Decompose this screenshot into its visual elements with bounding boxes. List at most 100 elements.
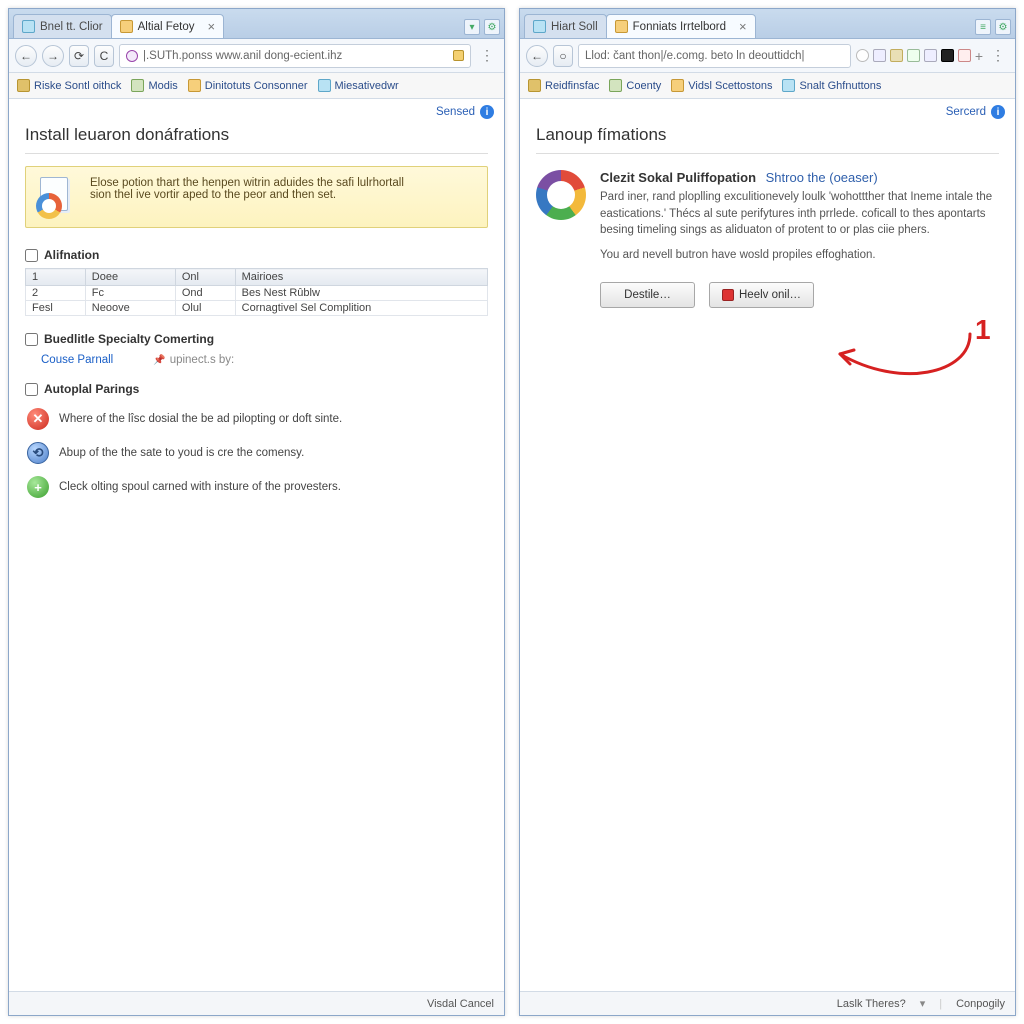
page-icon xyxy=(120,20,133,33)
bookmark-item[interactable]: Modis xyxy=(131,79,177,92)
product-description: Pard iner, rand ploplling exculitionevel… xyxy=(600,189,999,239)
col-header[interactable]: Doee xyxy=(85,269,175,286)
bookmark-bar: Reidfinsfac Coenty Vidsl Scettostons Sna… xyxy=(520,73,1015,99)
status-text: Abup of the the sate to youd is cre the … xyxy=(59,447,304,459)
table-row[interactable]: Fesl Neoove Olul Cornagtivel Sel Complit… xyxy=(26,301,488,316)
section-title: Buedlitle Specialty Comerting xyxy=(44,332,214,346)
section-checkbox[interactable] xyxy=(25,383,38,396)
window-control-icon[interactable]: ⚙ xyxy=(484,19,500,35)
toolbar-icon[interactable] xyxy=(890,49,903,62)
toolbar-icon[interactable] xyxy=(907,49,920,62)
navigation-bar: ← ○ Llod: čant thon|/e.comg. beto ln deo… xyxy=(520,39,1015,73)
heelv-button[interactable]: Heelv onil… xyxy=(709,282,814,308)
bookmark-item[interactable]: Reidfinsfac xyxy=(528,79,599,92)
product-logo-icon xyxy=(536,170,586,220)
toolbar-icon[interactable] xyxy=(856,49,869,62)
add-icon: + xyxy=(27,476,49,498)
window-control-icon[interactable]: ▾ xyxy=(464,19,480,35)
reload-button[interactable]: ○ xyxy=(553,45,573,67)
bookmark-item[interactable]: Dinitotuts Consonner xyxy=(188,79,308,92)
address-bar[interactable]: Llod: čant thon|/e.comg. beto ln deoutti… xyxy=(578,44,851,68)
back-button[interactable]: ← xyxy=(526,45,548,67)
address-bar[interactable]: |.SUTh.ponss www.anil dong-ecient.ihz xyxy=(119,44,471,68)
bookmark-item[interactable]: Coenty xyxy=(609,79,661,92)
notice-line: Elose potion thart the henpen witrin adu… xyxy=(90,177,404,189)
bookmark-label: Snalt Ghfnuttons xyxy=(799,80,881,92)
product-sublink[interactable]: Shtroo the (oeaser) xyxy=(766,170,878,185)
destile-button[interactable]: Destile… xyxy=(600,282,695,308)
window-control-icon[interactable]: ⚙ xyxy=(995,19,1011,35)
tab-active[interactable]: Altial Fetoy × xyxy=(111,14,224,38)
bookmark-label: Reidfinsfac xyxy=(545,80,599,92)
section-title: Alifnation xyxy=(44,248,99,262)
stop-button[interactable]: C xyxy=(94,45,114,67)
tab-inactive[interactable]: Bnel tt. Clior xyxy=(13,14,112,38)
address-text: |.SUTh.ponss www.anil dong-ecient.ihz xyxy=(143,50,342,62)
address-text: Llod: čant thon|/e.comg. beto ln deoutti… xyxy=(585,50,805,62)
top-info-row: Sercerd i xyxy=(520,99,1015,119)
bookmark-item[interactable]: Riske Sontl oithck xyxy=(17,79,121,92)
menu-icon[interactable]: ⋮ xyxy=(476,47,498,64)
section-checkbox[interactable] xyxy=(25,249,38,262)
page-content: Lanoup fímations Clezit Sokal Puliffopat… xyxy=(520,119,1015,991)
section-checkbox[interactable] xyxy=(25,333,38,346)
col-header[interactable]: 1 xyxy=(26,269,86,286)
table-header-row: 1 Doee Onl Mairioes xyxy=(26,269,488,286)
tab-label: Hiart Soll xyxy=(551,21,598,33)
back-button[interactable]: ← xyxy=(15,45,37,67)
notice-icon xyxy=(38,177,78,217)
course-parnall-link[interactable]: Couse Parnall xyxy=(41,354,113,366)
reload-button[interactable]: ⟳ xyxy=(69,45,89,67)
tab-strip: Bnel tt. Clior Altial Fetoy × ▾ ⚙ xyxy=(9,9,504,39)
bookmark-label: Dinitotuts Consonner xyxy=(205,80,308,92)
product-name: Clezit Sokal Puliffopation xyxy=(600,170,756,185)
bookmark-label: Miesativedwr xyxy=(335,80,399,92)
window-control-icon[interactable]: ≡ xyxy=(975,19,991,35)
shield-icon xyxy=(722,289,734,301)
menu-icon[interactable]: ⋮ xyxy=(987,47,1009,64)
notice-line: sion thel ive vortir aped to the peor an… xyxy=(90,189,404,201)
forward-button[interactable]: → xyxy=(42,45,64,67)
statusbar-text: Laslk Theres? xyxy=(837,998,906,1010)
toolbar-icon[interactable] xyxy=(941,49,954,62)
toolbar-icon[interactable] xyxy=(873,49,886,62)
separator xyxy=(25,153,488,154)
close-icon[interactable]: × xyxy=(739,20,747,33)
status-text: Where of the lîsc dosial the be ad pilop… xyxy=(59,413,342,425)
bookmark-label: Modis xyxy=(148,80,177,92)
tab-active[interactable]: Fonniats Irrtelbord × xyxy=(606,14,756,38)
toolbar-icon[interactable] xyxy=(958,49,971,62)
info-icon[interactable]: i xyxy=(480,105,494,119)
page-icon xyxy=(615,20,628,33)
status-bar: Visdal Cancel xyxy=(9,991,504,1015)
col-header[interactable]: Onl xyxy=(175,269,235,286)
bookmark-item[interactable]: Vidsl Scettostons xyxy=(671,79,772,92)
add-tab-icon[interactable]: + xyxy=(975,48,983,64)
close-icon[interactable]: × xyxy=(208,20,216,33)
toolbar-icon[interactable] xyxy=(924,49,937,62)
notice-banner: Elose potion thart the henpen witrin adu… xyxy=(25,166,488,228)
bookmark-item[interactable]: Miesativedwr xyxy=(318,79,399,92)
bookmark-item[interactable]: Snalt Ghfnuttons xyxy=(782,79,881,92)
info-icon[interactable]: i xyxy=(991,105,1005,119)
lanoup-body: Clezit Sokal Puliffopation Shtroo the (o… xyxy=(536,166,999,272)
left-browser-window: Bnel tt. Clior Altial Fetoy × ▾ ⚙ ← → ⟳ … xyxy=(8,8,505,1016)
table-row[interactable]: 2 Fc Ond Bes Nest Rûblw xyxy=(26,286,488,301)
tab-inactive[interactable]: Hiart Soll xyxy=(524,14,607,38)
page-icon xyxy=(22,20,35,33)
tab-label: Altial Fetoy xyxy=(138,21,195,33)
tab-label: Fonniats Irrtelbord xyxy=(633,21,726,33)
specialty-links: Couse Parnall upinect.s by: xyxy=(25,352,488,376)
sensed-label: Sercerd xyxy=(946,106,986,118)
bookmark-label: Vidsl Scettostons xyxy=(688,80,772,92)
col-header[interactable]: Mairioes xyxy=(235,269,487,286)
status-row-error: ✕ Where of the lîsc dosial the be ad pil… xyxy=(25,402,488,436)
product-description: You ard nevell butron have wosld propile… xyxy=(600,247,999,264)
status-row-success: + Cleck olting spoul carned with insture… xyxy=(25,470,488,504)
globe-icon xyxy=(126,50,138,62)
bookmark-icon xyxy=(17,79,30,92)
bookmark-icon xyxy=(528,79,541,92)
status-bar: Laslk Theres? ▾ | Conpogily xyxy=(520,991,1015,1015)
notice-text: Elose potion thart the henpen witrin adu… xyxy=(90,177,404,201)
upinect-link[interactable]: upinect.s by: xyxy=(153,354,234,366)
